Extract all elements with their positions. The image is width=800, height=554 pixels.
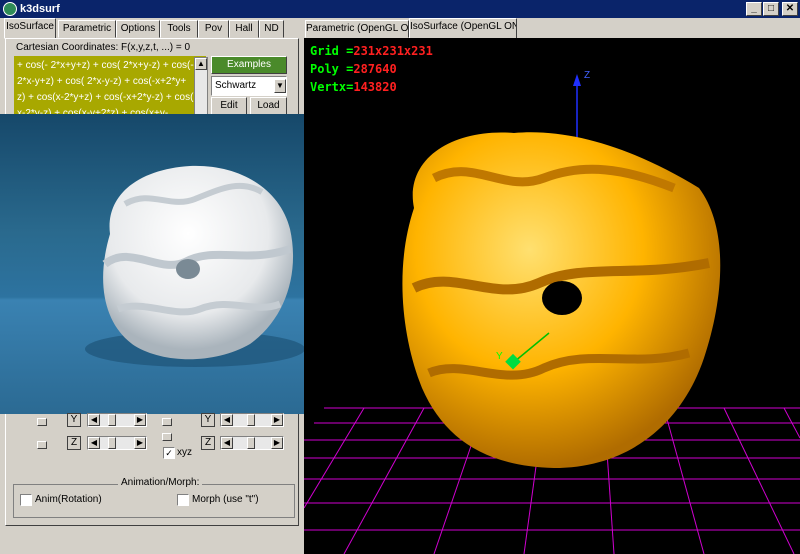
axis-y-text: Y <box>496 351 503 362</box>
z-slider[interactable]: ◀ ▶ <box>87 436 147 450</box>
load-button[interactable]: Load <box>250 97 287 115</box>
left-arrow-icon[interactable]: ◀ <box>88 414 100 426</box>
slider-thumb[interactable] <box>247 437 255 449</box>
tab-hall[interactable]: Hall <box>229 20 259 38</box>
equation-label: Cartesian Coordinates: F(x,y,z,t, ...) =… <box>16 42 191 53</box>
tab-isosurface[interactable]: IsoSurface <box>4 18 56 39</box>
title-bar: k3dsurf _ □ ✕ <box>0 0 800 18</box>
axis-z-label: Z <box>67 436 81 450</box>
left-arrow-icon[interactable]: ◀ <box>221 414 233 426</box>
tab-tools[interactable]: Tools <box>160 20 198 38</box>
equation-line: z) + cos(x-2*y+z) + cos(-x+2*y-z) + cos( <box>17 92 194 103</box>
slider-thumb[interactable] <box>108 414 116 426</box>
anim-rotation-label: Anim(Rotation) <box>35 494 102 505</box>
examples-select[interactable]: Schwartz ▼ <box>211 76 287 96</box>
tab-nd[interactable]: ND <box>259 20 284 38</box>
right-arrow-icon[interactable]: ▶ <box>134 437 146 449</box>
examples-button[interactable]: Examples <box>211 56 287 74</box>
spin-up-button[interactable] <box>162 418 172 426</box>
equation-scrollbar[interactable]: ▲ <box>194 57 208 119</box>
y2-slider[interactable]: ◀ ▶ <box>220 413 284 427</box>
minimize-button[interactable]: _ <box>746 2 762 16</box>
right-arrow-icon[interactable]: ▶ <box>271 437 283 449</box>
chevron-down-icon[interactable]: ▼ <box>274 79 286 93</box>
scroll-up-icon[interactable]: ▲ <box>195 58 207 70</box>
y-slider[interactable]: ◀ ▶ <box>87 413 147 427</box>
close-button[interactable]: ✕ <box>782 2 798 16</box>
scene-svg: Y Z <box>304 70 800 554</box>
equation-editor[interactable]: + cos(- 2*x+y+z) + cos( 2*x+y-z) + cos(-… <box>14 56 206 120</box>
opengl-viewport[interactable]: Grid =231x231x231 Poly =287640 Vertx=143… <box>304 38 800 554</box>
spin-down-button[interactable] <box>162 433 172 441</box>
tab-options[interactable]: Options <box>116 20 160 38</box>
animation-title: Animation/Morph: <box>118 477 203 488</box>
z2-slider[interactable]: ◀ ▶ <box>220 436 284 450</box>
equation-line: 2*x-y+z) + cos( 2*x-y-z) + cos(-x+2*y+ <box>17 76 187 87</box>
left-arrow-icon[interactable]: ◀ <box>221 437 233 449</box>
axis-y-label: Y <box>67 413 81 427</box>
xyz-checkbox[interactable]: ✓ <box>163 447 175 459</box>
maximize-button[interactable]: □ <box>763 2 779 16</box>
window-title: k3dsurf <box>20 3 60 15</box>
tab-parametric-opengl[interactable]: Parametric (OpenGL ON) <box>305 20 409 38</box>
right-arrow-icon[interactable]: ▶ <box>134 414 146 426</box>
slider-thumb[interactable] <box>247 414 255 426</box>
xyz-label: xyz <box>177 447 192 458</box>
slider-thumb[interactable] <box>108 437 116 449</box>
anim-rotation-checkbox[interactable] <box>20 494 32 506</box>
axis-z-label: Z <box>201 436 215 450</box>
equation-line: + cos(- 2*x+y+z) + cos( 2*x+y-z) + cos(- <box>17 60 194 71</box>
app-icon <box>3 2 17 16</box>
axis-z-text: Z <box>584 70 590 81</box>
tab-pov[interactable]: Pov <box>198 20 229 38</box>
tab-parametric[interactable]: Parametric <box>58 20 116 38</box>
axis-y-label: Y <box>201 413 215 427</box>
edit-button[interactable]: Edit <box>211 97 247 115</box>
examples-selected: Schwartz <box>215 80 257 91</box>
spin-up-button[interactable] <box>37 418 47 426</box>
morph-checkbox[interactable] <box>177 494 189 506</box>
morph-label: Morph (use "t") <box>192 494 259 505</box>
right-arrow-icon[interactable]: ▶ <box>271 414 283 426</box>
spin-down-button[interactable] <box>37 441 47 449</box>
tab-isosurface-opengl[interactable]: IsoSurface (OpenGL ON) <box>409 18 517 39</box>
left-arrow-icon[interactable]: ◀ <box>88 437 100 449</box>
